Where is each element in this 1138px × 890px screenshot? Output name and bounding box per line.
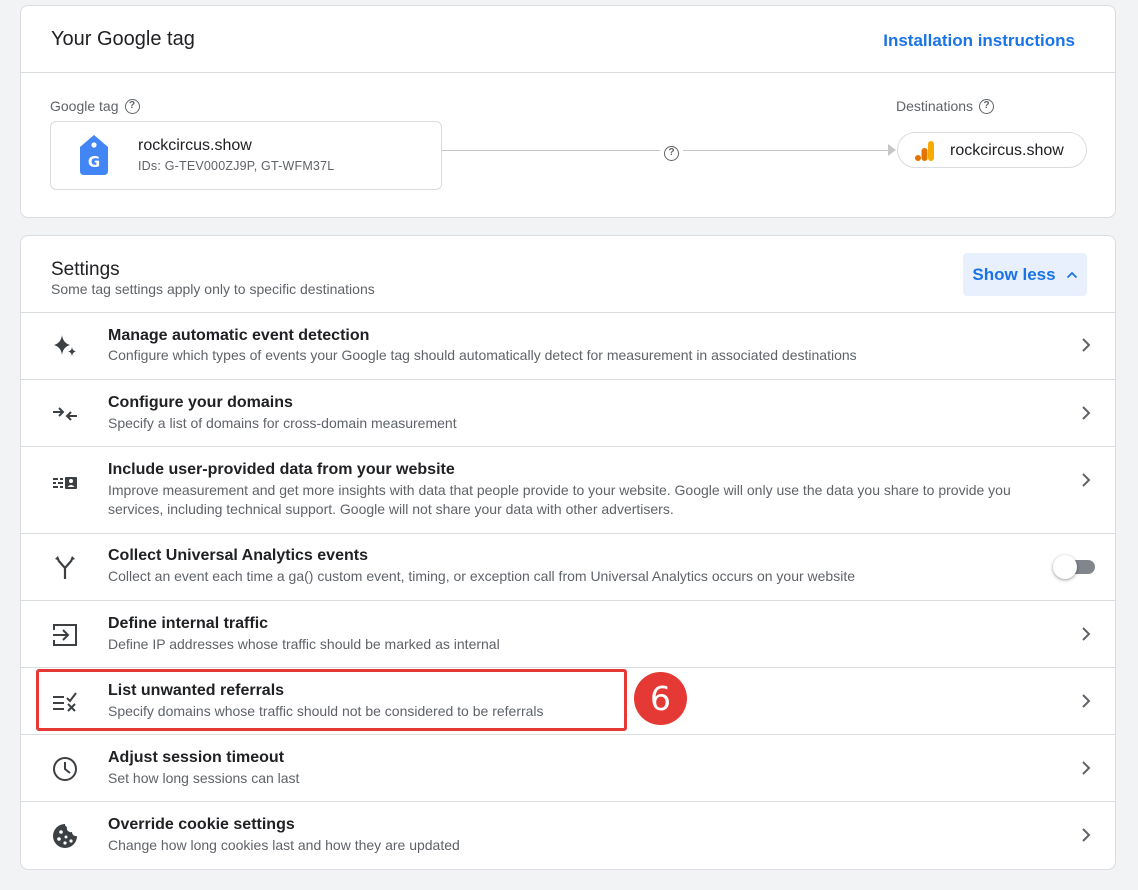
- chevron-right-icon: [1082, 338, 1091, 352]
- input-arrow-icon: [53, 624, 77, 646]
- chevron-right-icon: [1082, 761, 1091, 775]
- destination-name: rockcircus.show: [950, 142, 1064, 159]
- setting-row-unwanted-referrals[interactable]: List unwanted referrals Specify domains …: [21, 668, 1115, 735]
- setting-title: Manage automatic event detection: [108, 327, 370, 344]
- tag-card-title: Your Google tag: [51, 28, 195, 50]
- help-icon[interactable]: ?: [124, 98, 140, 114]
- show-less-label: Show less: [972, 264, 1056, 284]
- setting-desc: Define IP addresses whose traffic should…: [108, 636, 500, 652]
- google-tag-card: Your Google tag Installation instruction…: [20, 5, 1116, 218]
- setting-title: Collect Universal Analytics events: [108, 547, 368, 564]
- google-tag-label-text: Google tag: [50, 98, 119, 114]
- tag-ids: IDs: G-TEV000ZJ9P, GT-WFM37L: [138, 159, 335, 173]
- setting-desc: Set how long sessions can last: [108, 770, 300, 786]
- setting-title: Define internal traffic: [108, 615, 269, 632]
- setting-title: Adjust session timeout: [108, 749, 285, 766]
- setting-row-event-detection[interactable]: Manage automatic event detection Configu…: [21, 313, 1115, 380]
- connector-arrow-icon: [888, 144, 896, 156]
- chevron-right-icon: [1082, 828, 1091, 842]
- setting-row-domains[interactable]: Configure your domains Specify a list of…: [21, 380, 1115, 447]
- chevron-right-icon: [1082, 473, 1091, 487]
- setting-desc: Specify a list of domains for cross-doma…: [108, 415, 457, 431]
- setting-row-internal-traffic[interactable]: Define internal traffic Define IP addres…: [21, 601, 1115, 668]
- setting-title: List unwanted referrals: [108, 682, 285, 699]
- setting-title: Include user-provided data from your web…: [108, 461, 455, 478]
- list-exclude-icon: [53, 692, 77, 712]
- setting-desc: Configure which types of events your Goo…: [108, 347, 857, 363]
- sparkle-icon: [54, 335, 76, 356]
- destinations-label: Destinations ?: [896, 98, 995, 114]
- setting-title: Override cookie settings: [108, 816, 295, 833]
- tag-name: rockcircus.show: [138, 137, 252, 154]
- chevron-up-icon: [1066, 271, 1077, 278]
- ua-events-toggle[interactable]: [1053, 555, 1095, 579]
- google-tag-icon: G: [80, 135, 108, 175]
- installation-instructions-link[interactable]: Installation instructions: [883, 31, 1075, 51]
- chevron-right-icon: [1082, 406, 1091, 420]
- setting-desc: Improve measurement and get more insight…: [108, 482, 1011, 517]
- setting-row-user-data[interactable]: Include user-provided data from your web…: [21, 447, 1115, 534]
- setting-desc: Change how long cookies last and how the…: [108, 837, 460, 853]
- destinations-label-text: Destinations: [896, 98, 974, 114]
- help-icon[interactable]: ?: [664, 145, 679, 161]
- setting-row-cookie-settings[interactable]: Override cookie settings Change how long…: [21, 802, 1115, 869]
- merge-arrows-icon: [53, 407, 77, 421]
- setting-row-session-timeout[interactable]: Adjust session timeout Set how long sess…: [21, 735, 1115, 802]
- google-tag-box[interactable]: G rockcircus.show IDs: G-TEV000ZJ9P, GT-…: [50, 121, 442, 190]
- setting-title: Configure your domains: [108, 394, 293, 411]
- contact-data-icon: [53, 477, 77, 489]
- fork-icon: [55, 556, 75, 579]
- settings-subtitle: Some tag settings apply only to specific…: [51, 281, 375, 297]
- clock-icon: [53, 757, 77, 781]
- toggle-knob: [1053, 555, 1077, 579]
- setting-row-ua-events[interactable]: Collect Universal Analytics events Colle…: [21, 534, 1115, 601]
- connector-help[interactable]: ?: [660, 142, 683, 161]
- settings-card: Settings Some tag settings apply only to…: [20, 235, 1116, 870]
- settings-header: Settings Some tag settings apply only to…: [21, 236, 1115, 313]
- tag-card-header: Your Google tag Installation instruction…: [21, 6, 1115, 73]
- show-less-button[interactable]: Show less: [963, 253, 1087, 296]
- help-icon[interactable]: ?: [979, 98, 995, 114]
- analytics-icon: [915, 141, 934, 161]
- cookie-icon: [53, 824, 77, 848]
- settings-title: Settings: [51, 259, 120, 280]
- google-tag-label: Google tag ?: [50, 98, 140, 114]
- svg-text:G: G: [88, 153, 100, 171]
- setting-desc: Collect an event each time a ga() custom…: [108, 568, 855, 584]
- chevron-right-icon: [1082, 627, 1091, 641]
- step-number-badge: 6: [634, 672, 687, 725]
- destination-chip[interactable]: rockcircus.show: [897, 132, 1087, 168]
- chevron-right-icon: [1082, 694, 1091, 708]
- setting-desc: Specify domains whose traffic should not…: [108, 703, 544, 719]
